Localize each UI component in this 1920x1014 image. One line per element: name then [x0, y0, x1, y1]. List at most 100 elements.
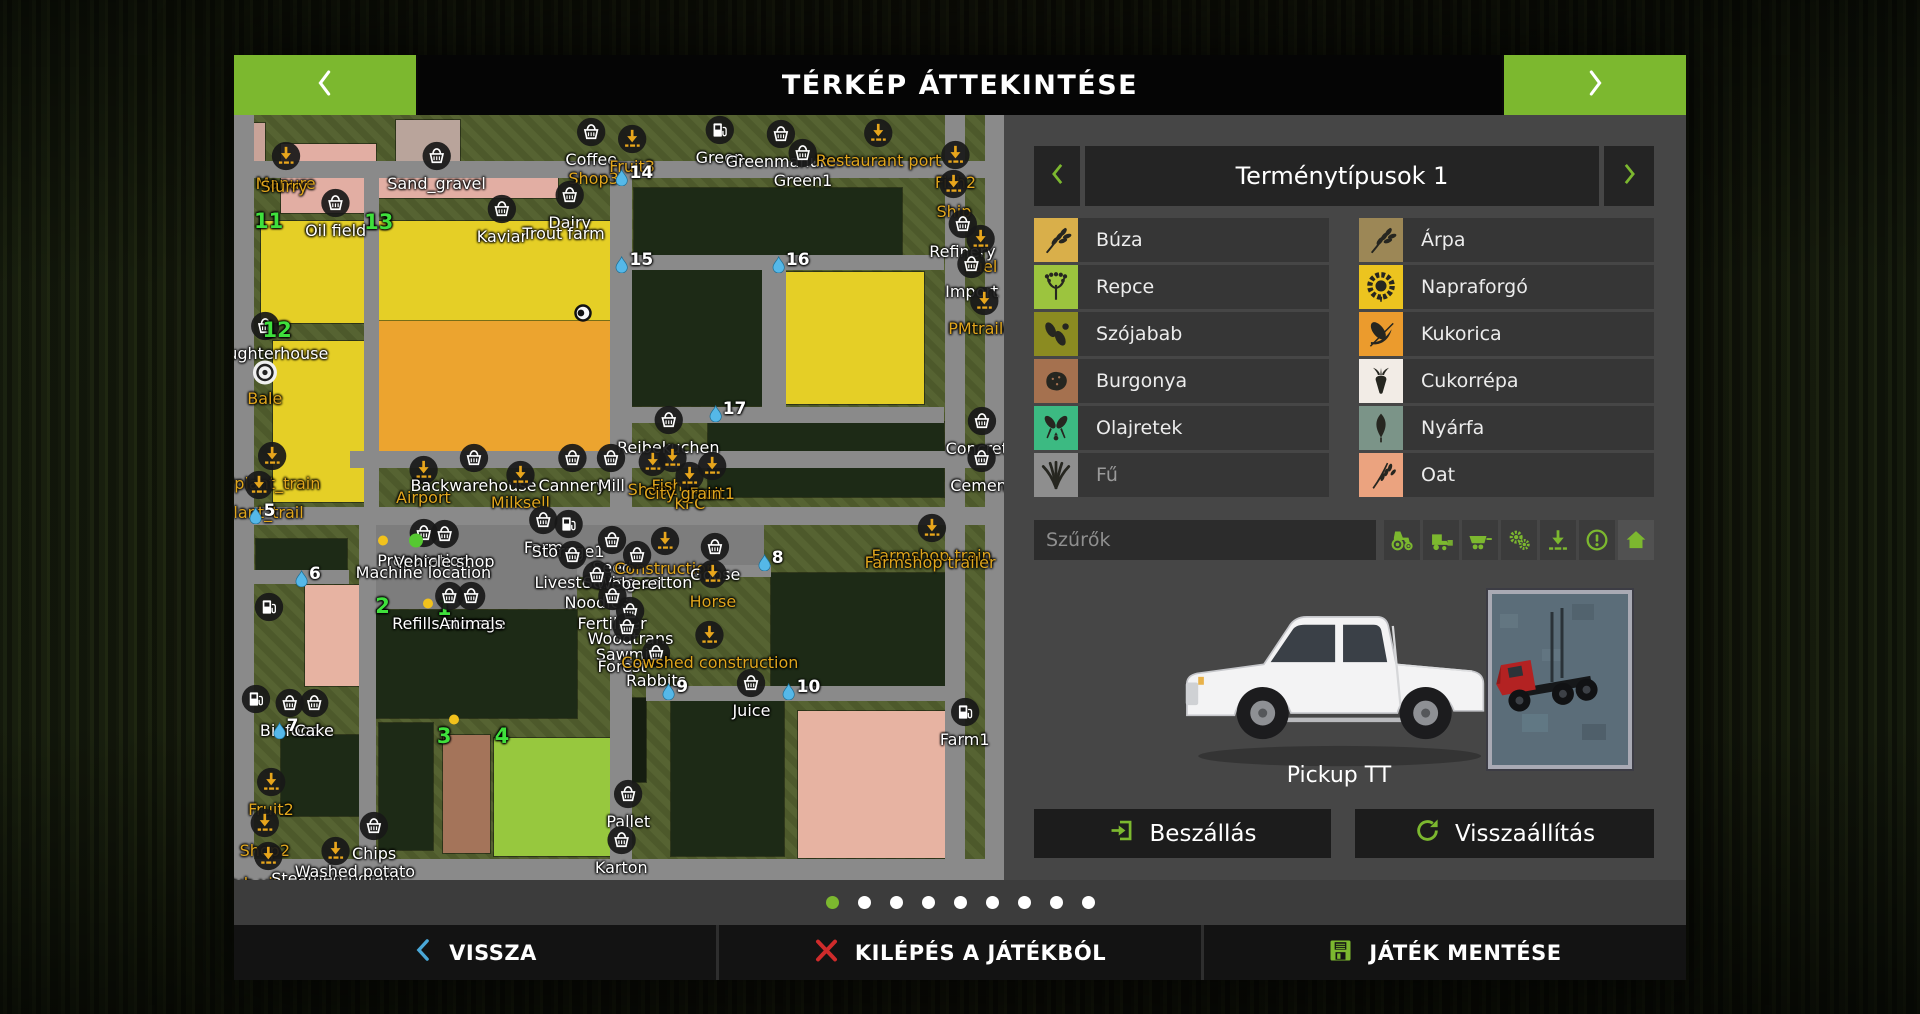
- wheat-icon: [1034, 218, 1078, 262]
- crop-row-búza[interactable]: Búza: [1034, 218, 1329, 262]
- page-dot-2[interactable]: [858, 896, 871, 909]
- map-marker-ring[interactable]: [573, 303, 593, 327]
- crop-row-cukorrépa[interactable]: Cukorrépa: [1359, 359, 1654, 403]
- map-marker-doty[interactable]: [449, 710, 460, 729]
- filter-trailer-icon[interactable]: [1462, 520, 1498, 560]
- játék-mentése-button[interactable]: JÁTÉK MENTÉSE: [1204, 925, 1686, 980]
- map-marker-city-grain[interactable]: City grain: [644, 485, 722, 503]
- map-marker-trout-farm[interactable]: Trout farm: [522, 225, 604, 243]
- map-marker-doty[interactable]: [377, 531, 388, 550]
- crop-row-árpa[interactable]: Árpa: [1359, 218, 1654, 262]
- crop-row-kukorica[interactable]: Kukorica: [1359, 312, 1654, 356]
- map-marker-12[interactable]: 12: [262, 321, 291, 339]
- map-marker-9[interactable]: 9: [662, 683, 688, 704]
- map-marker-bale[interactable]: Bale: [247, 359, 282, 408]
- map-marker-11[interactable]: 11: [254, 212, 283, 230]
- map-marker-mill[interactable]: Mill: [596, 443, 626, 495]
- map-marker-horse[interactable]: Horse: [690, 559, 737, 611]
- map-marker-3[interactable]: 3: [437, 727, 452, 745]
- map-marker-farm1[interactable]: Farm1: [940, 697, 990, 749]
- filter-icon-buttons: [1384, 520, 1654, 560]
- page-next-button[interactable]: [1504, 55, 1686, 115]
- map-marker-6[interactable]: 6: [295, 570, 321, 591]
- page-dot-8[interactable]: [1050, 896, 1063, 909]
- map-marker-fuel[interactable]: [241, 684, 271, 718]
- map-marker-cake[interactable]: Cake: [294, 688, 334, 740]
- download-icon: [256, 767, 286, 801]
- map-marker-animals[interactable]: Animals: [439, 581, 503, 633]
- page-dot-5[interactable]: [954, 896, 967, 909]
- vehicle-thumbnail[interactable]: [1488, 590, 1632, 769]
- basket-icon: [957, 249, 987, 283]
- map-marker-karton[interactable]: Karton: [595, 825, 648, 877]
- crop-row-burgonya[interactable]: Burgonya: [1034, 359, 1329, 403]
- filter-harvester-icon[interactable]: [1423, 520, 1459, 560]
- page-dot-7[interactable]: [1018, 896, 1031, 909]
- map-marker-dotg[interactable]: [409, 533, 424, 552]
- crop-types-panel: Terménytípusok 1 Búza Árpa Repce Napraforgó…: [1034, 115, 1654, 880]
- basket-icon: [736, 668, 766, 702]
- map-field: [786, 272, 924, 404]
- map-marker-oil-field[interactable]: Oil field: [305, 188, 366, 240]
- marker-label: Bale: [247, 390, 282, 408]
- page-dot-9[interactable]: [1082, 896, 1095, 909]
- map-marker-washed-potato[interactable]: Washed potato: [295, 863, 415, 880]
- map-marker-8[interactable]: 8: [758, 554, 784, 575]
- page-dot-6[interactable]: [986, 896, 999, 909]
- page-prev-button[interactable]: [234, 55, 416, 115]
- basket-icon: [429, 519, 459, 553]
- map-marker-15[interactable]: 15: [616, 256, 654, 277]
- map-marker-farmshop-trailer[interactable]: Farmshop trailer: [865, 554, 996, 572]
- page-dot-1[interactable]: [826, 896, 839, 909]
- crop-row-olajretek[interactable]: Olajretek: [1034, 406, 1329, 450]
- marker-label: Sand_gravel: [387, 175, 486, 193]
- crop-row-repce[interactable]: Repce: [1034, 265, 1329, 309]
- map-marker-slurry[interactable]: Slurry: [261, 178, 308, 196]
- vissza-button[interactable]: VISSZA: [234, 925, 716, 980]
- map-marker-restaurant-port[interactable]: Restaurant port: [816, 118, 941, 170]
- map-marker-7[interactable]: 7: [273, 722, 299, 743]
- map-marker-doty[interactable]: [423, 594, 434, 613]
- filter-download-icon[interactable]: [1540, 520, 1576, 560]
- panel-prev-button[interactable]: [1034, 146, 1080, 206]
- crop-row-fű[interactable]: Fű: [1034, 453, 1329, 497]
- filter-home-icon[interactable]: [1618, 520, 1654, 560]
- close-icon: [814, 938, 839, 968]
- enter-vehicle-button[interactable]: Beszállás: [1034, 809, 1331, 858]
- kilépés-a-játékból-button[interactable]: KILÉPÉS A JÁTÉKBÓL: [719, 925, 1201, 980]
- page-dot-4[interactable]: [922, 896, 935, 909]
- map-marker-10[interactable]: 10: [783, 683, 821, 704]
- back-icon: [413, 938, 433, 967]
- map-marker-fuel[interactable]: [254, 592, 284, 626]
- map-marker-cement[interactable]: Cement: [950, 443, 1004, 495]
- world-map[interactable]: ManureSlurrySand_gravelCoffeeShop3Fruit3…: [234, 115, 1004, 880]
- map-marker-5[interactable]: 5: [250, 507, 276, 528]
- filter-search-input[interactable]: [1034, 520, 1376, 560]
- map-field: [376, 321, 609, 451]
- map-marker-machine-location[interactable]: Machine location: [356, 564, 492, 582]
- crop-row-napraforgó[interactable]: Napraforgó: [1359, 265, 1654, 309]
- crop-label: Napraforgó: [1403, 265, 1654, 309]
- filter-tractor-icon[interactable]: [1384, 520, 1420, 560]
- map-marker-juice[interactable]: Juice: [732, 668, 770, 720]
- map-marker-16[interactable]: 16: [772, 256, 810, 277]
- map-marker-pmtrailer[interactable]: PMtrailer: [948, 286, 1004, 338]
- map-marker-4[interactable]: 4: [495, 727, 510, 745]
- map-marker-2[interactable]: 2: [375, 597, 390, 615]
- map-marker-kaviar[interactable]: Kaviar: [477, 194, 527, 246]
- map-marker-sand-gravel[interactable]: Sand_gravel: [387, 141, 486, 193]
- filter-gears-icon[interactable]: [1501, 520, 1537, 560]
- reset-vehicle-button[interactable]: Visszaállítás: [1355, 809, 1654, 858]
- map-marker-cowshed-construction[interactable]: Cowshed construction: [621, 620, 798, 672]
- panel-next-button[interactable]: [1604, 146, 1654, 206]
- map-field: [798, 711, 946, 858]
- crop-row-szójabab[interactable]: Szójabab: [1034, 312, 1329, 356]
- page-dot-3[interactable]: [890, 896, 903, 909]
- crop-row-oat[interactable]: Oat: [1359, 453, 1654, 497]
- crop-row-nyárfa[interactable]: Nyárfa: [1359, 406, 1654, 450]
- map-marker-pallet[interactable]: Pallet: [606, 779, 650, 831]
- map-marker-13[interactable]: 13: [364, 213, 393, 231]
- map-marker-14[interactable]: 14: [616, 169, 654, 190]
- panel-title: Terménytípusok 1: [1085, 146, 1599, 206]
- filter-alert-icon[interactable]: [1579, 520, 1615, 560]
